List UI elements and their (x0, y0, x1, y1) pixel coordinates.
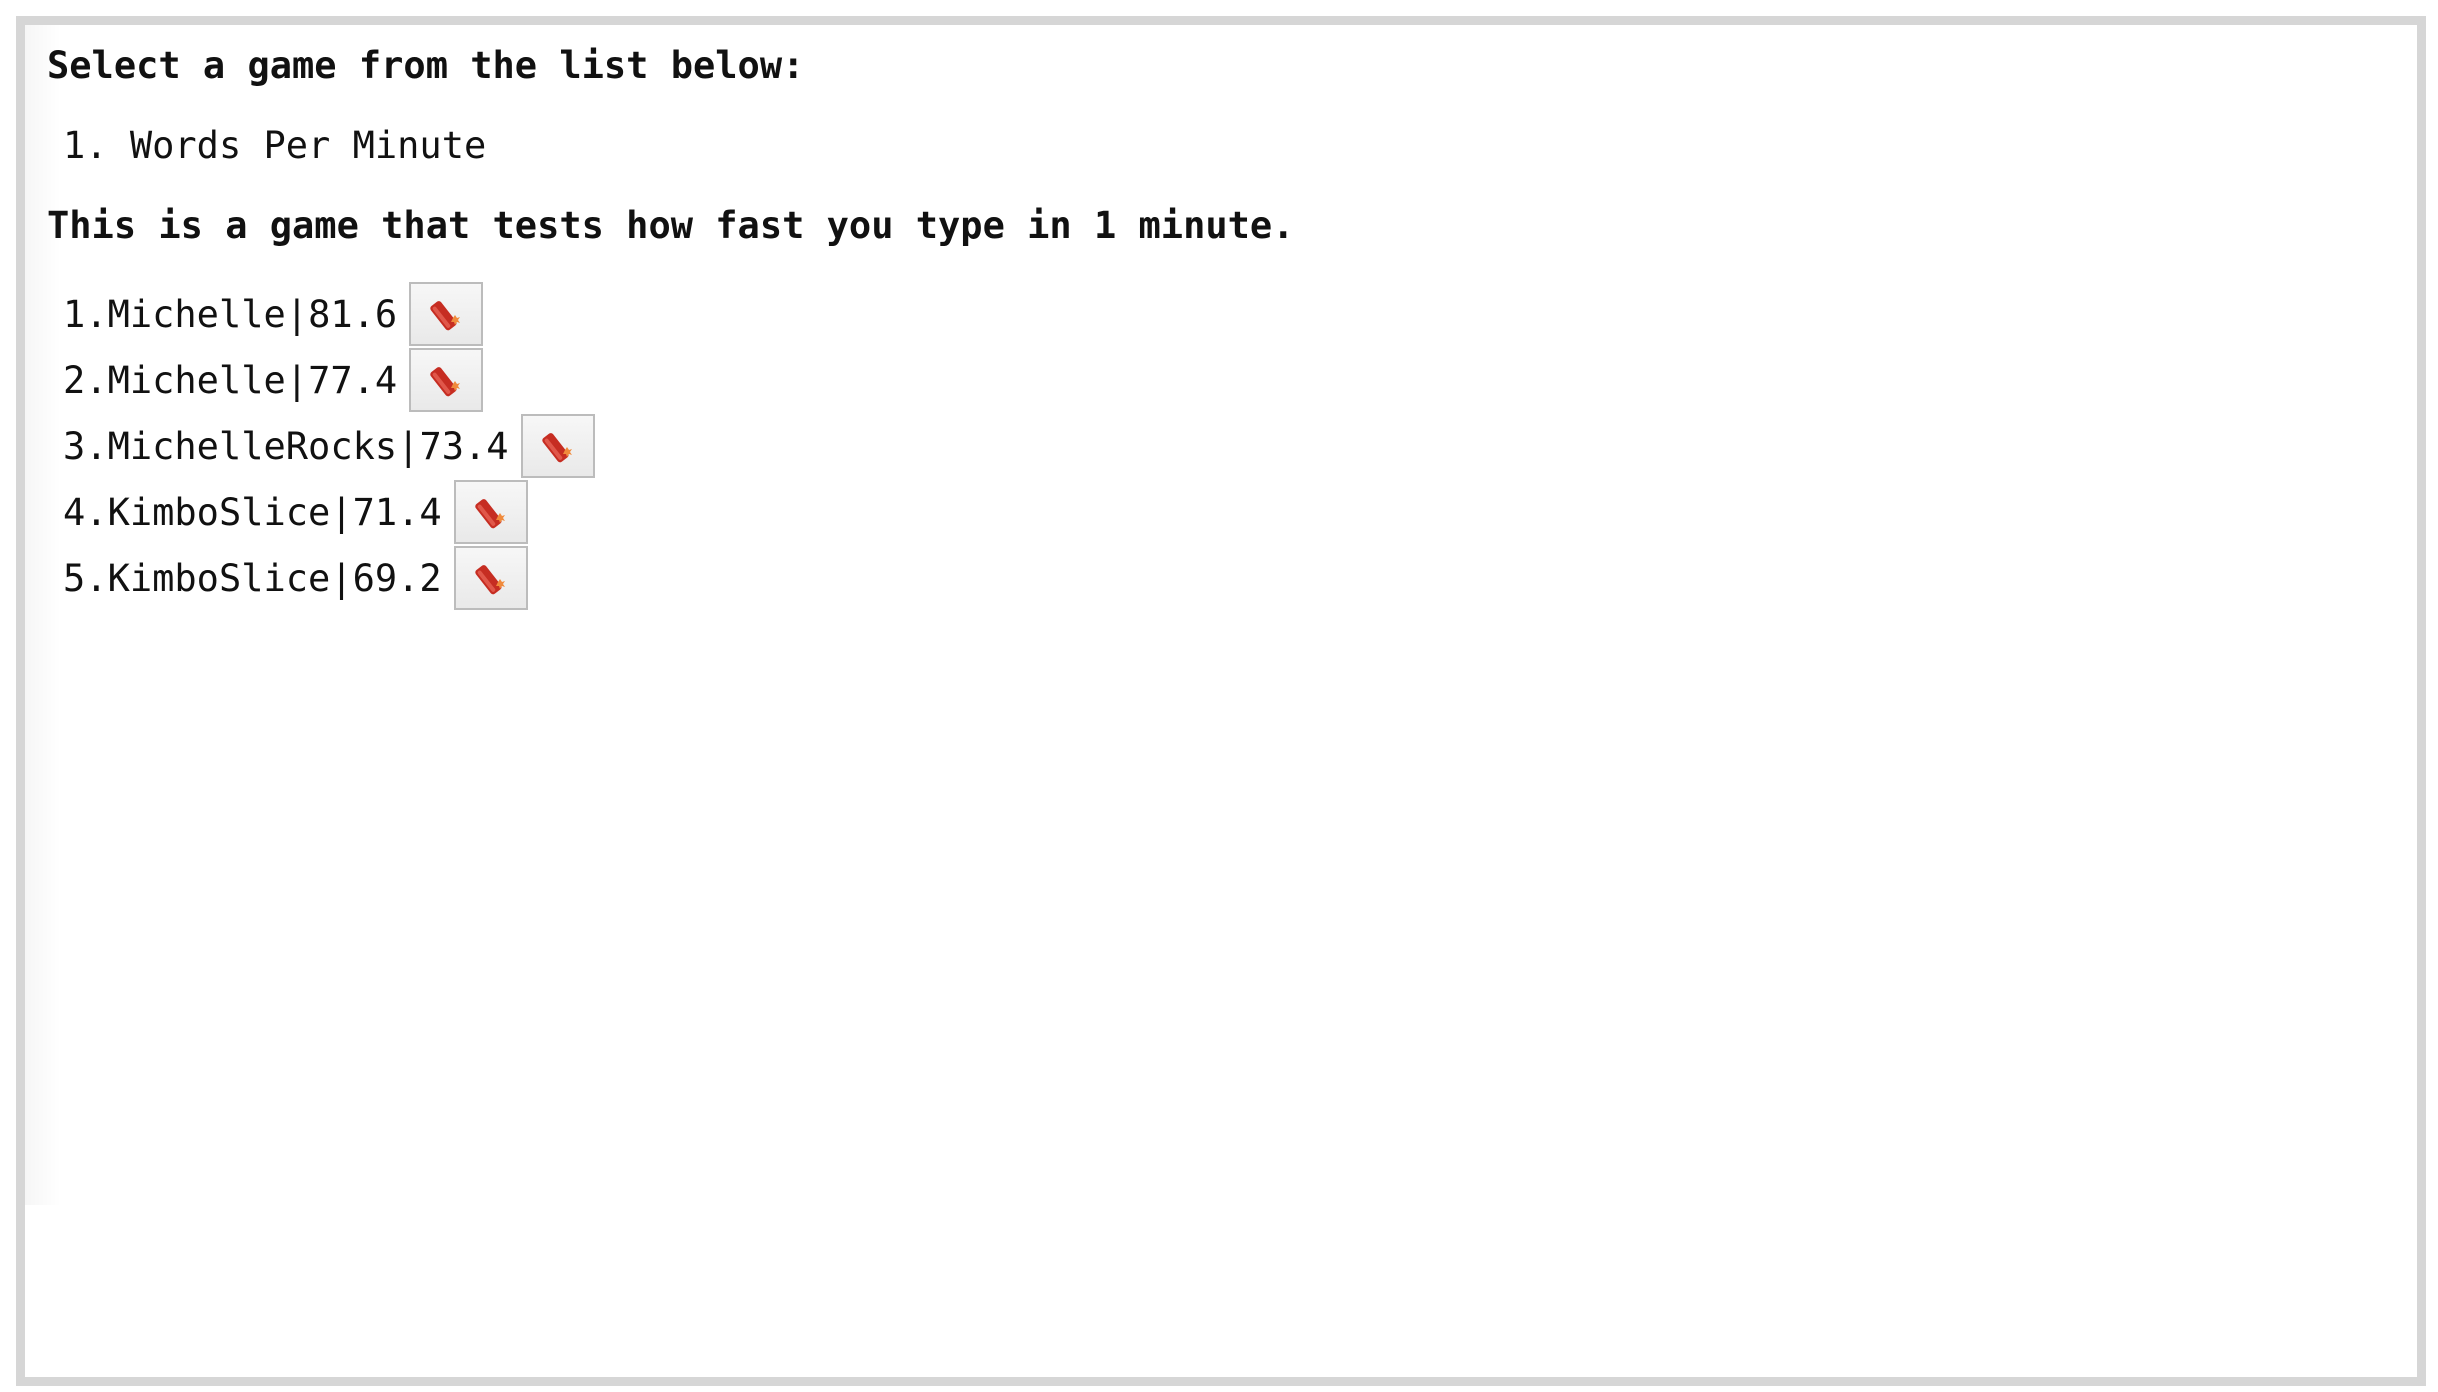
main-content: Select a game from the list below: 1. Wo… (47, 41, 1294, 611)
score-separator: | (330, 556, 353, 600)
score-value: 73.4 (419, 424, 509, 468)
score-rank: 1. (63, 292, 108, 336)
app-frame: Select a game from the list below: 1. Wo… (16, 16, 2426, 1386)
score-row: 1. Michelle | 81.6 (47, 281, 1294, 347)
score-row: 5. KimboSlice | 69.2 (47, 545, 1294, 611)
player-name: MichelleRocks (107, 424, 398, 468)
delete-score-button[interactable] (453, 546, 528, 610)
game-description: This is a game that tests how fast you t… (47, 204, 1295, 247)
score-rank: 5. (63, 556, 108, 600)
delete-score-button[interactable] (453, 480, 528, 544)
player-name: Michelle (107, 292, 286, 336)
dynamite-icon (471, 494, 511, 530)
score-value: 81.6 (308, 292, 398, 336)
score-rank: 3. (63, 424, 108, 468)
score-separator: | (330, 490, 353, 534)
player-name: Michelle (107, 358, 286, 402)
high-score-list: 1. Michelle | 81.6 2. Michelle | 77.4 3.… (47, 281, 1294, 611)
game-list-item[interactable]: 1. Words Per Minute (47, 121, 1294, 171)
score-value: 77.4 (308, 358, 398, 402)
dynamite-icon (471, 560, 511, 596)
delete-score-button[interactable] (520, 414, 595, 478)
score-row: 4. KimboSlice | 71.4 (47, 479, 1294, 545)
dynamite-icon (426, 296, 466, 332)
player-name: KimboSlice (107, 556, 331, 600)
score-separator: | (285, 292, 309, 336)
score-value: 69.2 (352, 556, 442, 600)
score-value: 71.4 (352, 490, 442, 534)
game-name[interactable]: Words Per Minute (130, 124, 486, 167)
delete-score-button[interactable] (409, 348, 484, 412)
page-heading: Select a game from the list below: (47, 44, 805, 87)
score-separator: | (397, 424, 420, 468)
player-name: KimboSlice (107, 490, 331, 534)
delete-score-button[interactable] (409, 282, 484, 346)
score-rank: 2. (63, 358, 108, 402)
dynamite-icon (538, 428, 578, 464)
score-row: 3. MichelleRocks | 73.4 (47, 413, 1294, 479)
game-number: 1. (63, 124, 108, 167)
dynamite-icon (426, 362, 466, 398)
score-rank: 4. (63, 490, 108, 534)
score-separator: | (285, 358, 309, 402)
score-row: 2. Michelle | 77.4 (47, 347, 1294, 413)
